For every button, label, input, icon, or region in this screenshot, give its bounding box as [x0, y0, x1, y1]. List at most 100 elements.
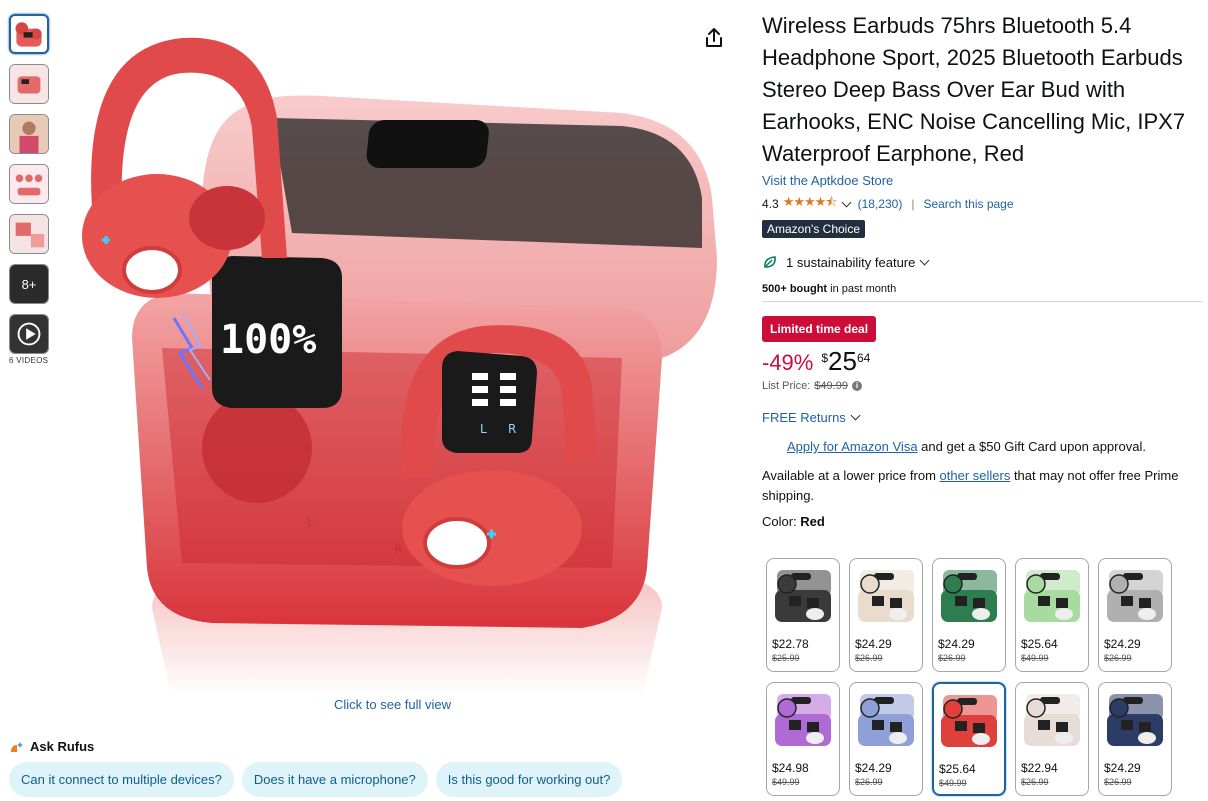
- rufus-chip-microphone[interactable]: Does it have a microphone?: [241, 762, 428, 797]
- red-earbuds-case-illustration: 100% L R L R: [82, 37, 717, 698]
- color-swatch-lavender[interactable]: $24.29 $26.99: [849, 682, 923, 796]
- thumbnail-more[interactable]: 8+: [9, 264, 49, 304]
- selected-color-value: Red: [800, 514, 825, 529]
- swatch-image: [767, 683, 839, 755]
- thumbnail-video[interactable]: [9, 314, 49, 354]
- display-percent: 100%: [220, 317, 316, 363]
- earbuds-swatch-icon: [858, 570, 914, 622]
- swatch-image: [850, 559, 922, 631]
- swatch-list-price: $26.99: [855, 777, 883, 787]
- earbuds-swatch-icon: [941, 695, 997, 747]
- review-count-link[interactable]: (18,230): [858, 197, 903, 211]
- rating-row: 4.3 ★★★★⯪ (18,230) | Search this page: [762, 194, 1202, 212]
- rufus-chip-working-out[interactable]: Is this good for working out?: [435, 762, 623, 797]
- swatch-list-price: $25.99: [772, 653, 800, 663]
- returns-chevron-down-icon: [850, 410, 861, 421]
- earbud-left-indicator: L: [480, 422, 487, 436]
- earbuds-swatch-icon: [858, 694, 914, 746]
- thumbnail-strip: 8+ 6 VIDEOS: [9, 14, 51, 365]
- package-thumb-icon: [10, 215, 48, 253]
- color-swatch-silver[interactable]: $24.29 $26.99: [1098, 558, 1172, 672]
- list-price-value: $49.99: [814, 380, 848, 392]
- case-thumb-icon: [10, 65, 48, 103]
- swatch-price: $24.29: [855, 637, 892, 651]
- list-price-row: List Price: $49.99 i: [762, 380, 1202, 392]
- earbuds-swatch-icon: [775, 570, 831, 622]
- swatch-price: $22.94: [1021, 761, 1058, 775]
- color-swatch-light-green[interactable]: $25.64 $49.99: [1015, 558, 1089, 672]
- swatch-image: [934, 684, 1004, 756]
- color-swatches: $22.78 $25.99 $24.29 $26.99 $24.29 $26.99 $25.…: [766, 558, 1186, 796]
- thumbnail-4[interactable]: [9, 164, 49, 204]
- color-swatch-purple[interactable]: $24.98 $49.99: [766, 682, 840, 796]
- main-product-image[interactable]: 100% L R L R: [62, 8, 732, 698]
- case-left-label: L: [307, 515, 314, 529]
- bought-count: 500+ bought in past month: [762, 283, 1202, 295]
- bought-count-bold: 500+ bought: [762, 283, 828, 295]
- thumbnail-3[interactable]: [9, 114, 49, 154]
- color-swatch-green[interactable]: $24.29 $26.99: [932, 558, 1006, 672]
- color-swatch-cream[interactable]: $22.94 $26.99: [1015, 682, 1089, 796]
- earbuds-swatch-icon: [1024, 694, 1080, 746]
- price-whole: 25: [828, 346, 857, 376]
- color-label: Color:: [762, 514, 801, 529]
- sustainability-row[interactable]: 1 sustainability feature: [762, 253, 1202, 271]
- lifestyle-thumb-icon: [10, 115, 48, 153]
- divider: |: [911, 197, 915, 211]
- swatch-price: $22.78: [772, 637, 809, 651]
- thumbnail-5[interactable]: [9, 214, 49, 254]
- rufus-chip-multiple-devices[interactable]: Can it connect to multiple devices?: [9, 762, 234, 797]
- apply-visa-link[interactable]: Apply for Amazon Visa: [787, 439, 918, 454]
- earbuds-swatch-icon: [775, 694, 831, 746]
- sustainability-chevron-down-icon[interactable]: [919, 255, 930, 265]
- more-images-label: 8+: [10, 265, 48, 303]
- info-icon[interactable]: i: [851, 381, 862, 391]
- store-link[interactable]: Visit the Aptkdoe Store: [762, 173, 893, 188]
- color-selection-label: Color: Red: [762, 514, 1202, 529]
- free-returns-link[interactable]: FREE Returns: [762, 410, 1202, 425]
- sustainability-label: 1 sustainability feature: [786, 254, 916, 270]
- swatch-list-price: $26.99: [855, 653, 883, 663]
- swatch-list-price: $26.99: [938, 653, 966, 663]
- color-swatch-beige[interactable]: $24.29 $26.99: [849, 558, 923, 672]
- swatch-price: $24.29: [855, 761, 892, 775]
- earbuds-swatch-icon: [941, 570, 997, 622]
- lower-price-text-1: Available at a lower price from: [762, 468, 940, 483]
- color-swatch-navy[interactable]: $24.29 $26.99: [1098, 682, 1172, 796]
- ask-rufus-heading: Ask Rufus: [10, 739, 94, 754]
- full-view-link[interactable]: Click to see full view: [334, 697, 451, 712]
- features-thumb-icon: [10, 165, 48, 203]
- rating-chevron-down-icon[interactable]: [841, 197, 852, 207]
- swatch-image: [1016, 683, 1088, 755]
- thumbnail-1[interactable]: [9, 14, 49, 54]
- free-returns-label: FREE Returns: [762, 410, 846, 425]
- swatch-list-price: $49.99: [1021, 653, 1049, 663]
- search-page-link[interactable]: Search this page: [923, 197, 1013, 211]
- lower-price-notice: Available at a lower price from other se…: [762, 466, 1202, 506]
- rufus-suggestions: Can it connect to multiple devices? Does…: [9, 762, 623, 797]
- visa-offer-text: and get a $50 Gift Card upon approval.: [917, 439, 1146, 454]
- visa-offer: Apply for Amazon Visa and get a $50 Gift…: [762, 439, 1202, 454]
- play-video-icon: [10, 315, 48, 353]
- rufus-icon: [11, 741, 23, 752]
- thumbnail-2[interactable]: [9, 64, 49, 104]
- color-swatch-red[interactable]: $25.64 $49.99: [932, 682, 1006, 796]
- swatch-price: $24.98: [772, 761, 809, 775]
- swatch-image: [933, 559, 1005, 631]
- earbud-right-indicator: R: [508, 422, 516, 436]
- swatch-list-price: $26.99: [1104, 653, 1132, 663]
- swatch-list-price: $26.99: [1104, 777, 1132, 787]
- bought-count-rest: in past month: [827, 283, 897, 295]
- product-details: Wireless Earbuds 75hrs Bluetooth 5.4 Hea…: [762, 10, 1202, 529]
- swatch-list-price: $49.99: [772, 777, 800, 787]
- share-button[interactable]: [702, 26, 726, 50]
- swatch-image: [1099, 559, 1171, 631]
- other-sellers-link[interactable]: other sellers: [940, 468, 1011, 483]
- swatch-price: $24.29: [938, 637, 975, 651]
- swatch-price: $24.29: [1104, 637, 1141, 651]
- amazons-choice-badge: Amazon's Choice: [762, 220, 865, 238]
- color-swatch-black[interactable]: $22.78 $25.99: [766, 558, 840, 672]
- videos-count-label: 6 VIDEOS: [9, 356, 49, 365]
- earbuds-swatch-icon: [1107, 570, 1163, 622]
- earbuds-thumb-icon: [15, 22, 42, 47]
